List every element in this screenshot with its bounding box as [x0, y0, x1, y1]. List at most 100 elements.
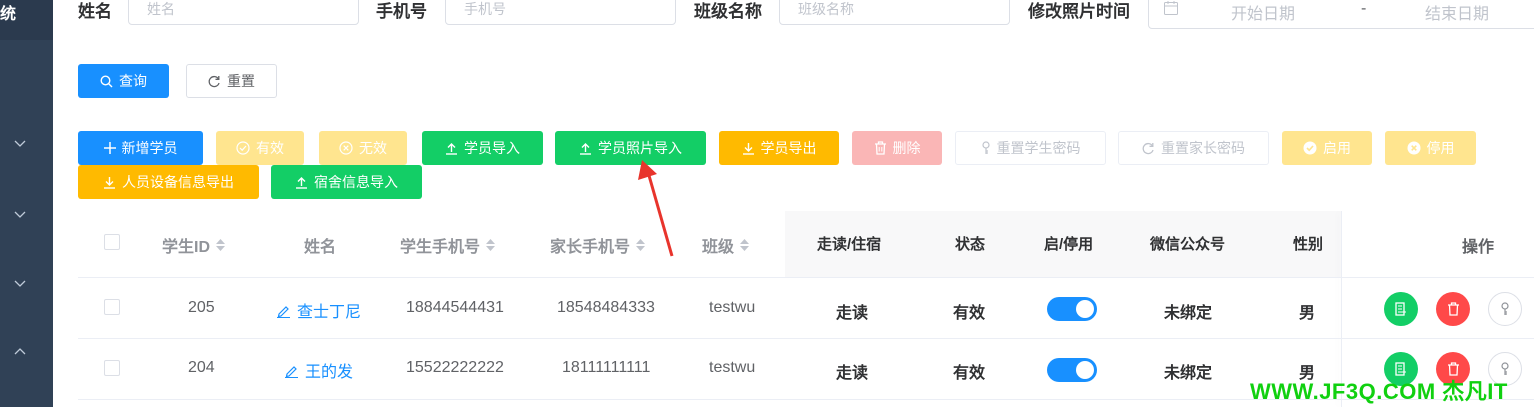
calendar-icon [1164, 1, 1178, 15]
plus-icon [103, 142, 116, 154]
sidebar: 统 [0, 0, 53, 407]
phone-filter-label: 手机号 [376, 2, 427, 21]
cell-name-link[interactable]: 查士丁尼 [276, 298, 361, 322]
chevron-down-icon[interactable] [13, 276, 27, 290]
delete-button[interactable]: 删除 [852, 131, 942, 165]
enable-toggle[interactable] [1047, 358, 1097, 382]
download-icon [104, 176, 115, 189]
cell-wechat: 未绑定 [1164, 305, 1213, 322]
import-dorm-info-button[interactable]: 宿舍信息导入 [271, 165, 422, 199]
cell-parent-phone: 18548484333 [557, 299, 655, 316]
header-student-id[interactable]: 学生ID [162, 233, 226, 257]
sort-icon[interactable] [740, 239, 750, 251]
header-gender: 性别 [1293, 236, 1324, 253]
import-students-button[interactable]: 学员导入 [422, 131, 543, 165]
enable-toggle[interactable] [1047, 297, 1097, 321]
delete-label: 删除 [892, 140, 921, 156]
set-valid-button[interactable]: 有效 [216, 131, 304, 165]
edit-icon [277, 305, 290, 318]
class-filter-field[interactable] [779, 0, 1010, 25]
chevron-up-icon[interactable] [13, 345, 27, 359]
export-students-button[interactable]: 学员导出 [719, 131, 839, 165]
trash-icon [1447, 302, 1459, 316]
cell-student-phone: 15522222222 [406, 359, 504, 376]
import-dorm-info-label: 宿舍信息导入 [314, 174, 398, 190]
watermark: WWW.JF3Q.COM 杰凡IT [1250, 379, 1508, 404]
header-student-phone[interactable]: 学生手机号 [400, 233, 496, 257]
chevron-down-icon[interactable] [13, 136, 27, 150]
search-button[interactable]: 查询 [78, 64, 169, 98]
photo-time-daterange[interactable]: 开始日期 - 结束日期 [1148, 0, 1534, 29]
name-filter-input[interactable] [129, 0, 358, 24]
select-all-checkbox[interactable] [104, 234, 120, 250]
start-date-input[interactable]: 开始日期 [1231, 0, 1295, 24]
header-parent-phone[interactable]: 家长手机号 [550, 233, 646, 257]
disable-button[interactable]: 停用 [1385, 131, 1476, 165]
key-icon [1501, 302, 1509, 315]
refresh-icon [1142, 142, 1154, 154]
export-students-label: 学员导出 [760, 140, 817, 156]
search-button-label: 查询 [119, 73, 147, 89]
sort-icon[interactable] [486, 239, 496, 251]
download-icon [742, 142, 754, 155]
export-device-info-button[interactable]: 人员设备信息导出 [78, 165, 259, 199]
row-divider [78, 338, 1534, 339]
cell-name-link[interactable]: 王的发 [284, 358, 353, 382]
header-toggle: 启/停用 [1044, 236, 1094, 253]
edit-icon [285, 365, 298, 378]
date-separator: - [1361, 0, 1367, 17]
close-circle-icon [339, 141, 353, 155]
row-divider [78, 277, 1534, 278]
name-filter-field[interactable] [128, 0, 359, 25]
row-checkbox[interactable] [104, 299, 120, 315]
end-date-input[interactable]: 结束日期 [1425, 0, 1489, 24]
cell-student-id: 204 [188, 359, 215, 376]
cell-student-phone: 18844544431 [406, 299, 504, 316]
cell-class: testwu [709, 299, 756, 316]
set-valid-label: 有效 [256, 140, 284, 156]
sort-icon[interactable] [636, 239, 646, 251]
check-circle-icon [1303, 141, 1317, 155]
reset-parent-password-button[interactable]: 重置家长密码 [1118, 131, 1269, 165]
close-circle-icon [1407, 141, 1420, 155]
sidebar-header: 统 [0, 0, 53, 40]
cell-gender: 男 [1299, 305, 1316, 322]
name-filter-label: 姓名 [78, 2, 112, 21]
key-icon [981, 141, 990, 154]
reset-password-row-button[interactable] [1488, 292, 1522, 326]
phone-filter-input[interactable] [446, 0, 675, 24]
delete-row-button[interactable] [1436, 292, 1470, 326]
phone-filter-field[interactable] [445, 0, 676, 25]
reset-button[interactable]: 重置 [186, 64, 277, 98]
reset-parent-password-label: 重置家长密码 [1161, 140, 1245, 156]
enable-label: 启用 [1323, 140, 1351, 156]
header-class[interactable]: 班级 [702, 233, 750, 257]
chevron-down-icon[interactable] [13, 207, 27, 221]
document-icon [1395, 302, 1406, 316]
reset-student-password-button[interactable]: 重置学生密码 [955, 131, 1106, 165]
cell-parent-phone: 18111111111 [562, 359, 651, 376]
refresh-icon [208, 75, 220, 87]
header-name: 姓名 [304, 239, 337, 256]
class-filter-label: 班级名称 [694, 2, 762, 21]
disable-label: 停用 [1426, 140, 1455, 156]
set-invalid-button[interactable]: 无效 [319, 131, 407, 165]
cell-boarding: 走读 [836, 365, 869, 382]
upload-icon [296, 176, 307, 189]
export-device-info-label: 人员设备信息导出 [122, 174, 234, 190]
upload-icon [446, 142, 457, 155]
check-circle-icon [236, 141, 250, 155]
cell-student-id: 205 [188, 299, 215, 316]
import-students-label: 学员导入 [464, 140, 520, 156]
view-button[interactable] [1384, 292, 1418, 326]
reset-button-label: 重置 [227, 73, 255, 89]
sort-icon[interactable] [216, 239, 226, 251]
enable-button[interactable]: 启用 [1282, 131, 1372, 165]
add-student-button[interactable]: 新增学员 [78, 131, 203, 165]
row-checkbox[interactable] [104, 360, 120, 376]
cell-wechat: 未绑定 [1164, 365, 1213, 382]
class-filter-input[interactable] [780, 0, 1009, 24]
add-student-label: 新增学员 [121, 140, 178, 156]
header-status: 状态 [955, 236, 986, 253]
upload-icon [580, 142, 591, 155]
